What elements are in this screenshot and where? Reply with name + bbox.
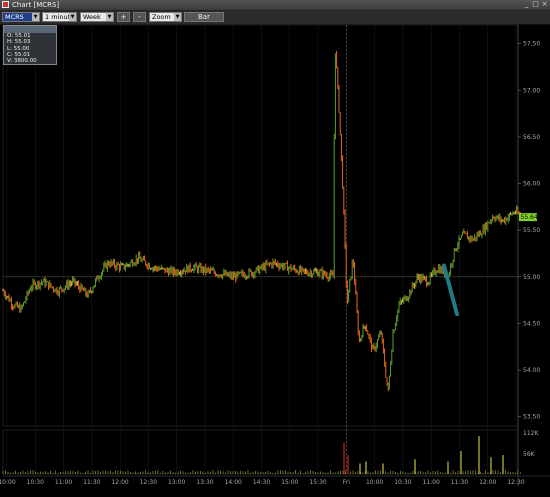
time-tick-label: 10:30 <box>394 479 411 486</box>
time-tick-label: 11:00 <box>55 479 72 486</box>
info-volume: V: 3800.00 <box>7 58 37 65</box>
price-tick-label: 57.00 <box>523 87 540 94</box>
time-tick-label: 13:30 <box>196 479 213 486</box>
time-tick-label: 10:00 <box>366 479 383 486</box>
volume-tick-label: 56K <box>523 451 536 458</box>
time-tick-label: 13:00 <box>168 479 185 486</box>
price-tick-label: 54.00 <box>523 367 540 374</box>
price-tick-label: 54.50 <box>523 320 540 327</box>
time-tick-label: 12:30 <box>140 479 157 486</box>
time-tick-label: 15:00 <box>281 479 298 486</box>
info-header <box>4 26 56 33</box>
time-tick-label: 11:00 <box>423 479 440 486</box>
price-tick-label: 56.00 <box>523 181 540 188</box>
volume-tick-label: 112K <box>523 430 539 437</box>
price-chart[interactable]: 10:00 10:30 11:00 11:30 12:00 12:30 13:00 13:30… <box>0 0 550 497</box>
time-tick-label: 10:00 <box>0 479 16 486</box>
time-tick-label: 11:30 <box>83 479 100 486</box>
price-tick-label: 53.50 <box>523 414 540 421</box>
time-tick-label: 12:00 <box>479 479 496 486</box>
time-tick-label: 12:30 <box>507 479 524 486</box>
price-tick-label: 55.00 <box>523 274 540 281</box>
price-tick-label: 56.50 <box>523 134 540 141</box>
time-tick-label: 14:00 <box>225 479 242 486</box>
time-tick-label: Fri <box>343 479 350 486</box>
time-tick-label: 12:00 <box>111 479 128 486</box>
time-tick-label: 14:30 <box>253 479 270 486</box>
volume-pane-frame <box>2 429 519 475</box>
time-tick-label: 10:30 <box>27 479 44 486</box>
last-price-label: 55.64 <box>521 214 538 221</box>
time-tick-label: 15:30 <box>309 479 326 486</box>
price-tick-label: 55.50 <box>523 227 540 234</box>
ohlc-info-box: O: 55.01 H: 55.03 L: 55.00 C: 55.01 V: 3… <box>3 25 57 65</box>
price-pane-frame <box>2 24 519 427</box>
time-tick-label: 11:30 <box>451 479 468 486</box>
price-tick-label: 57.50 <box>523 41 540 48</box>
